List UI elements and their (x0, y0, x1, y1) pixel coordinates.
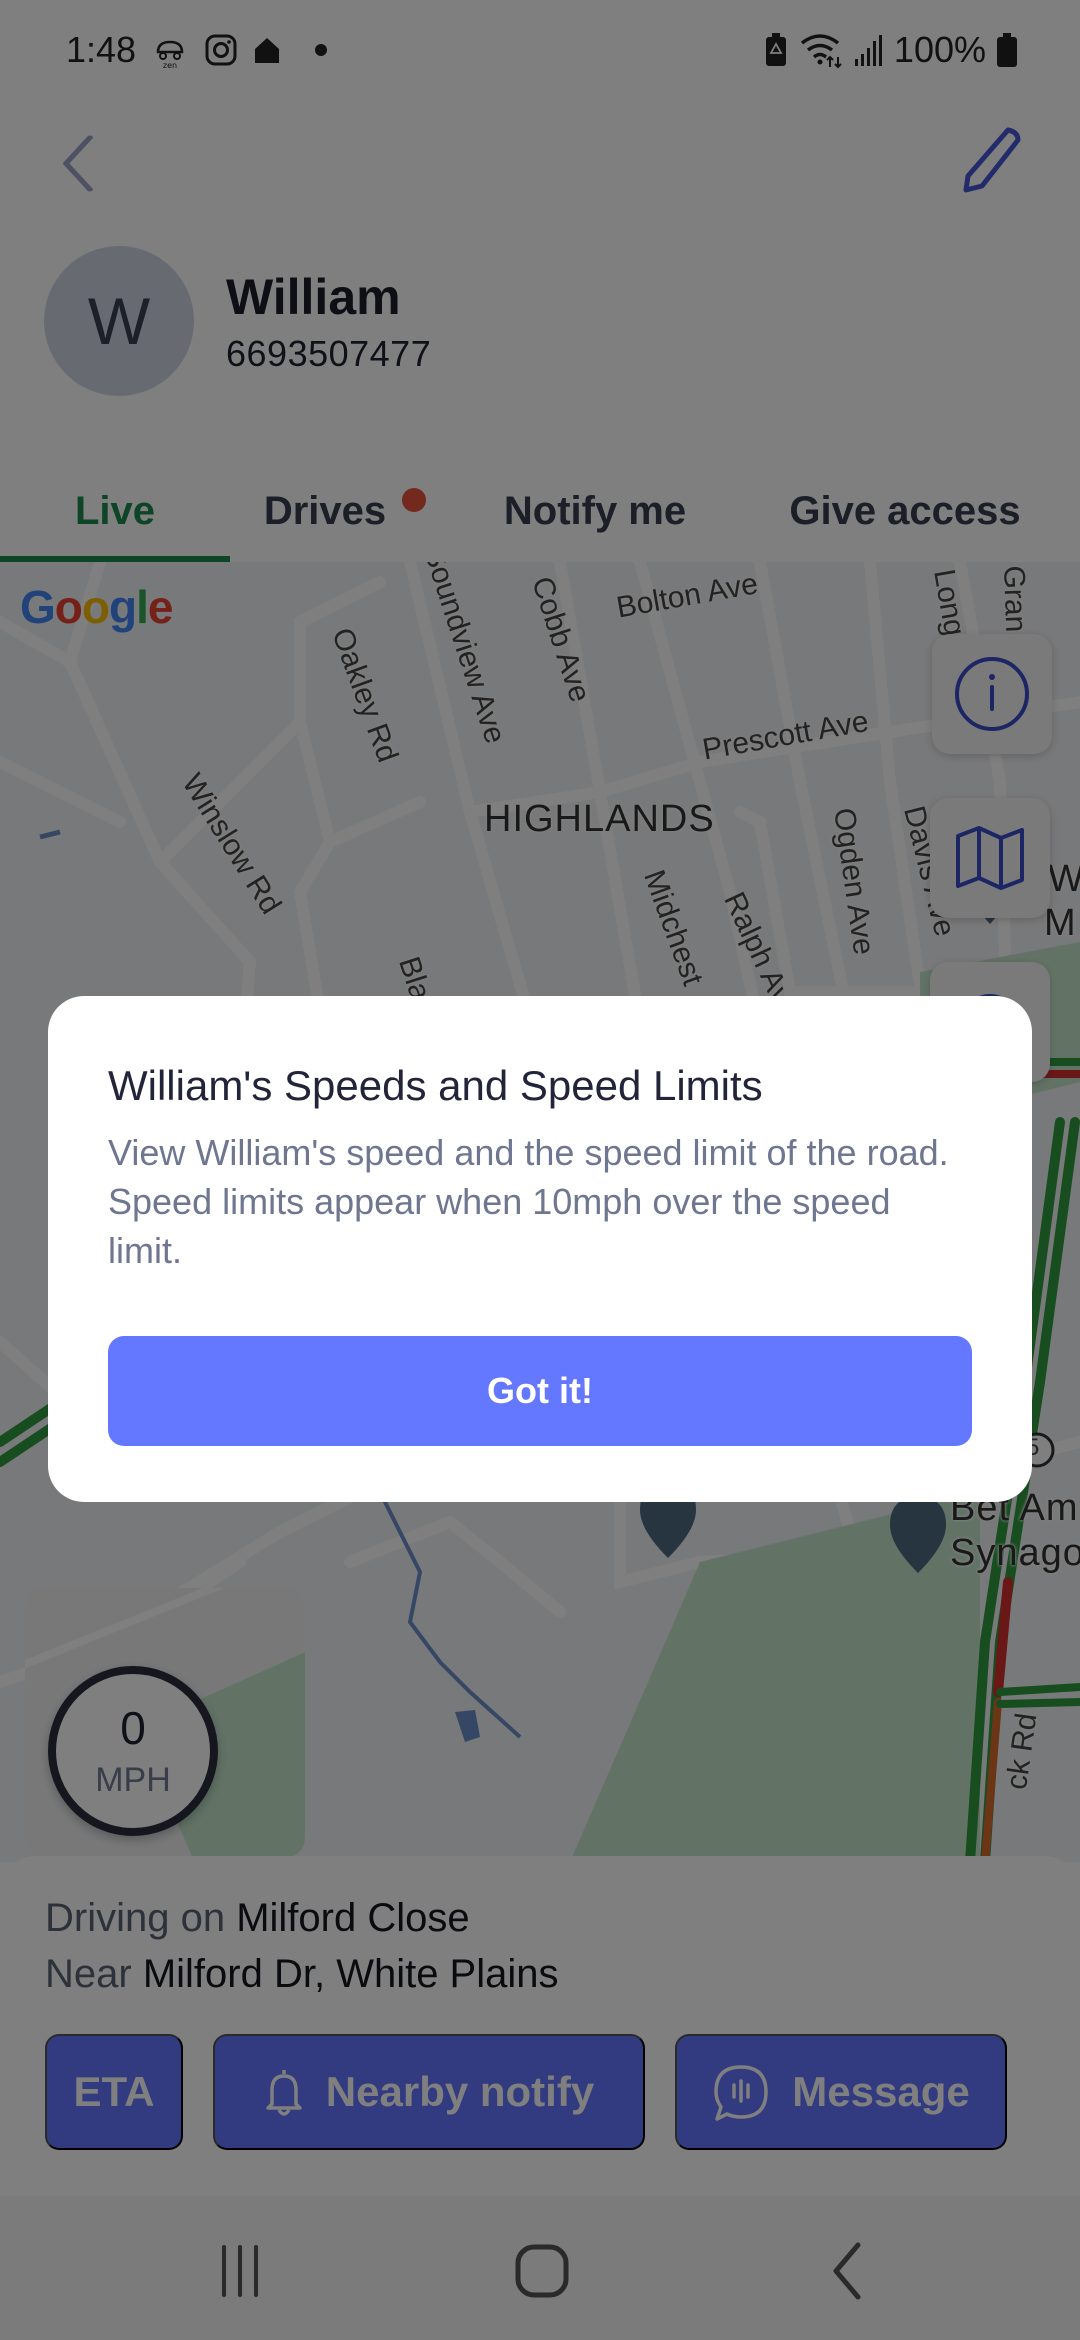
dialog-title: William's Speeds and Speed Limits (108, 1062, 763, 1109)
speed-info-dialog: William's Speeds and Speed Limits View W… (48, 996, 1032, 1502)
got-it-button[interactable]: Got it! (108, 1336, 972, 1446)
dialog-body: View William's speed and the speed limit… (108, 1132, 949, 1271)
